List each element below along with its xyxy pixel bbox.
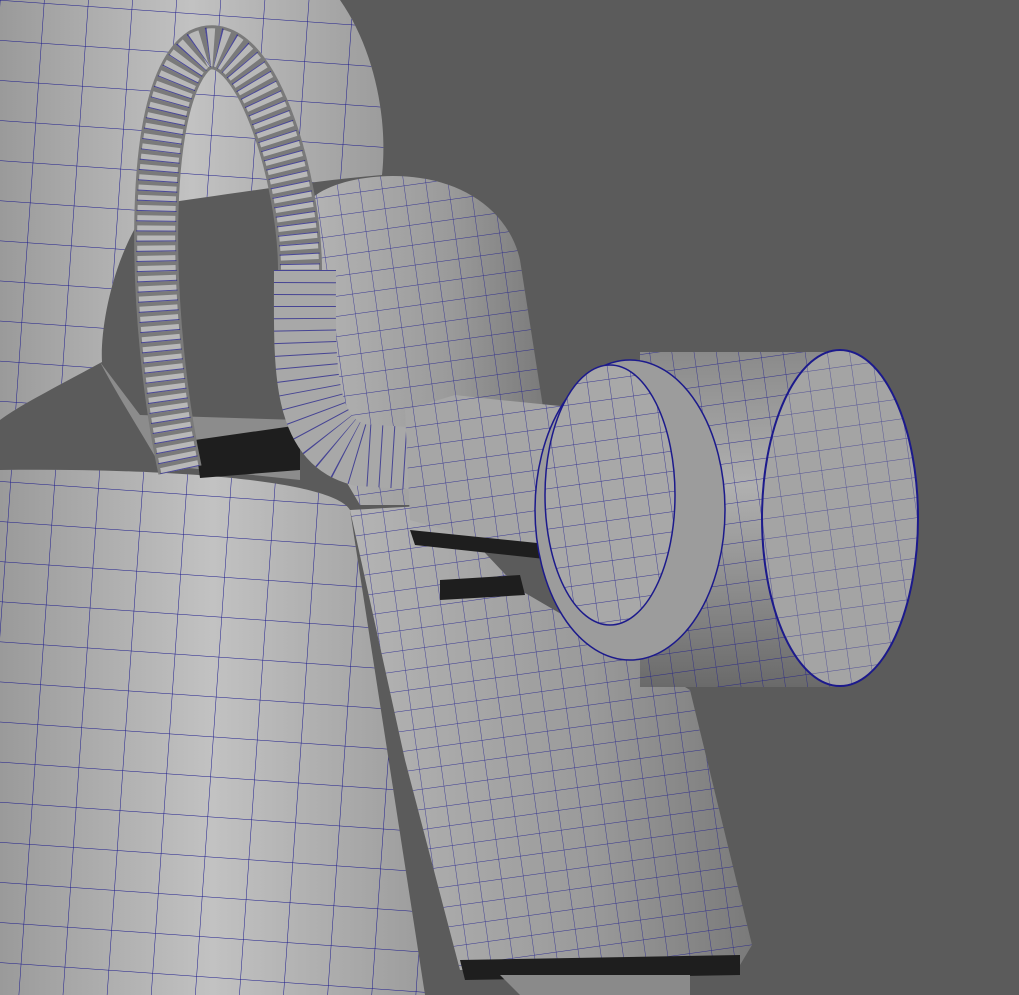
gauge-cylinder[interactable]	[534, 349, 919, 687]
model-render	[0, 0, 919, 995]
3d-viewport[interactable]	[0, 0, 1019, 995]
tank-stem	[500, 975, 690, 995]
